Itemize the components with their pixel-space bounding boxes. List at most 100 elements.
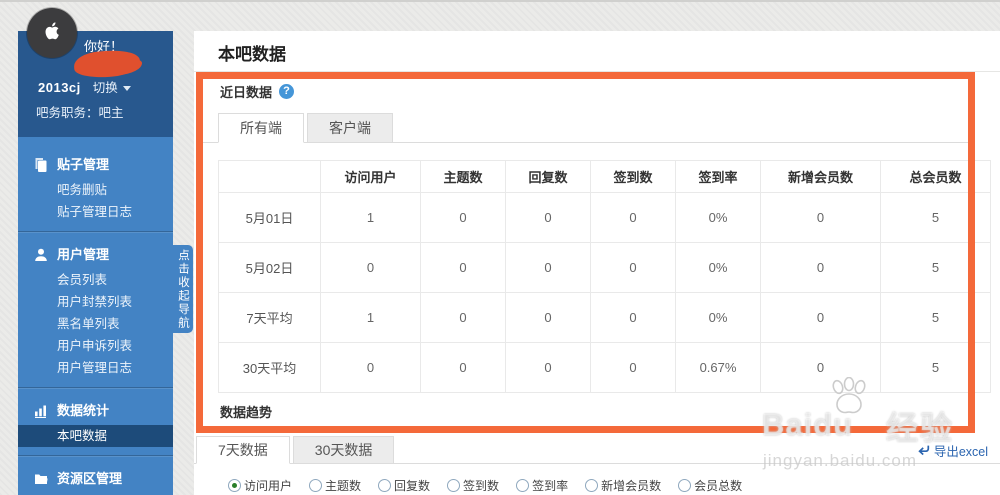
cell-value: 0 bbox=[761, 343, 881, 393]
sidebar-item[interactable]: 会员列表 bbox=[18, 269, 173, 291]
sidebar-item-list: 本吧数据 bbox=[18, 425, 173, 447]
page-top-edge bbox=[0, 0, 1000, 2]
recent-tab[interactable]: 客户端 bbox=[307, 113, 393, 143]
data-table: 访问用户主题数回复数签到数签到率新增会员数总会员数5月01日10000%055月… bbox=[218, 160, 991, 393]
sidebar-section-header[interactable]: 资源区管理 bbox=[18, 469, 173, 489]
sidebar-section: 资源区管理图册精品管理 bbox=[18, 455, 173, 495]
export-arrow-icon bbox=[917, 444, 930, 457]
avatar bbox=[27, 8, 77, 58]
metric-label: 签到数 bbox=[463, 477, 499, 494]
sidebar-section: 用户管理会员列表用户封禁列表黑名单列表用户申诉列表用户管理日志 bbox=[18, 231, 173, 379]
column-header: 访问用户 bbox=[321, 161, 421, 193]
sidebar-section-label: 资源区管理 bbox=[57, 469, 122, 489]
cell-value: 0 bbox=[421, 193, 506, 243]
cell-value: 0 bbox=[506, 343, 591, 393]
column-header: 回复数 bbox=[506, 161, 591, 193]
cell-value: 0 bbox=[591, 243, 676, 293]
cell-value: 0% bbox=[676, 243, 761, 293]
cell-value: 0 bbox=[761, 243, 881, 293]
metric-radio[interactable]: 回复数 bbox=[378, 477, 430, 494]
cell-value: 0 bbox=[591, 193, 676, 243]
trend-tab[interactable]: 30天数据 bbox=[293, 436, 395, 464]
sidebar-item[interactable]: 用户封禁列表 bbox=[18, 291, 173, 313]
cell-value: 0 bbox=[506, 293, 591, 343]
radio-icon bbox=[378, 479, 391, 492]
sidebar-section-label: 用户管理 bbox=[57, 245, 109, 265]
export-label: 导出excel bbox=[934, 441, 988, 460]
metric-label: 签到率 bbox=[532, 477, 568, 494]
sidebar-menu: 贴子管理吧务删贴贴子管理日志用户管理会员列表用户封禁列表黑名单列表用户申诉列表用… bbox=[18, 137, 173, 495]
cell-value: 5 bbox=[881, 193, 991, 243]
cell-value: 0 bbox=[761, 293, 881, 343]
radio-icon bbox=[516, 479, 529, 492]
sidebar-section-label: 数据统计 bbox=[57, 401, 109, 421]
sidebar-item[interactable]: 黑名单列表 bbox=[18, 313, 173, 335]
sidebar-item[interactable]: 用户管理日志 bbox=[18, 357, 173, 379]
sidebar-item[interactable]: 贴子管理日志 bbox=[18, 201, 173, 223]
title-separator bbox=[194, 71, 1000, 72]
folder-icon bbox=[34, 472, 48, 486]
metric-radio[interactable]: 签到率 bbox=[516, 477, 568, 494]
users-icon bbox=[34, 248, 48, 262]
sidebar-section: 数据统计本吧数据 bbox=[18, 387, 173, 447]
sidebar-item[interactable]: 用户申诉列表 bbox=[18, 335, 173, 357]
stats-icon bbox=[34, 404, 48, 418]
sidebar-item-list: 吧务删贴贴子管理日志 bbox=[18, 179, 173, 223]
sidebar-section: 贴子管理吧务删贴贴子管理日志 bbox=[18, 137, 173, 223]
metric-radio[interactable]: 会员总数 bbox=[678, 477, 742, 494]
trend-tab[interactable]: 7天数据 bbox=[196, 436, 290, 464]
chevron-down-icon bbox=[123, 86, 131, 91]
sidebar-item[interactable]: 本吧数据 bbox=[18, 425, 173, 447]
help-icon[interactable] bbox=[279, 84, 294, 99]
cell-value: 5 bbox=[881, 293, 991, 343]
row-label: 5月01日 bbox=[219, 193, 321, 243]
export-excel-link[interactable]: 导出excel bbox=[917, 441, 988, 460]
metric-radio[interactable]: 签到数 bbox=[447, 477, 499, 494]
cell-value: 0 bbox=[506, 243, 591, 293]
sidebar-item-list: 会员列表用户封禁列表黑名单列表用户申诉列表用户管理日志 bbox=[18, 269, 173, 379]
cell-value: 5 bbox=[881, 343, 991, 393]
column-header bbox=[219, 161, 321, 193]
switch-account-link[interactable]: 切换 bbox=[93, 79, 131, 97]
cell-value: 0.67% bbox=[676, 343, 761, 393]
sidebar-section-header[interactable]: 贴子管理 bbox=[18, 155, 173, 175]
cell-value: 0 bbox=[421, 343, 506, 393]
column-header: 签到数 bbox=[591, 161, 676, 193]
row-label: 30天平均 bbox=[219, 343, 321, 393]
metric-label: 会员总数 bbox=[694, 477, 742, 494]
sidebar-section-header[interactable]: 数据统计 bbox=[18, 401, 173, 421]
role-label: 吧务职务：吧主 bbox=[36, 102, 124, 121]
column-header: 主题数 bbox=[421, 161, 506, 193]
watermark: Baidu 经验 jingyan.baidu.com bbox=[762, 381, 1000, 481]
apple-logo-icon bbox=[40, 19, 64, 48]
sidebar-section-label: 贴子管理 bbox=[57, 155, 109, 175]
recent-data-heading: 近日数据 bbox=[220, 82, 272, 101]
sidebar-section-header[interactable]: 用户管理 bbox=[18, 245, 173, 265]
cell-value: 5 bbox=[881, 243, 991, 293]
row-label: 5月02日 bbox=[219, 243, 321, 293]
cell-value: 0% bbox=[676, 293, 761, 343]
table-row: 30天平均00000.67%05 bbox=[219, 343, 991, 393]
watermark-brand: Baidu bbox=[762, 407, 853, 443]
cell-value: 1 bbox=[321, 193, 421, 243]
posts-icon bbox=[34, 158, 48, 172]
collapse-nav-tab[interactable]: 点击收起导航 bbox=[173, 245, 193, 333]
cell-value: 0 bbox=[506, 193, 591, 243]
cell-value: 0 bbox=[591, 343, 676, 393]
metric-label: 新增会员数 bbox=[601, 477, 661, 494]
cell-value: 0 bbox=[421, 243, 506, 293]
metric-label: 回复数 bbox=[394, 477, 430, 494]
cell-value: 0 bbox=[321, 343, 421, 393]
cell-value: 0 bbox=[321, 243, 421, 293]
radio-icon bbox=[309, 479, 322, 492]
metric-radio[interactable]: 新增会员数 bbox=[585, 477, 661, 494]
metric-radio[interactable]: 访问用户 bbox=[228, 477, 292, 494]
metric-radio[interactable]: 主题数 bbox=[309, 477, 361, 494]
main-panel: 本吧数据 近日数据 所有端客户端 访问用户主题数回复数签到数签到率新增会员数总会… bbox=[194, 31, 1000, 495]
sidebar-item[interactable]: 吧务删贴 bbox=[18, 179, 173, 201]
recent-tab[interactable]: 所有端 bbox=[218, 113, 304, 143]
radio-icon bbox=[228, 479, 241, 492]
trend-heading: 数据趋势 bbox=[220, 402, 272, 421]
metric-label: 访问用户 bbox=[244, 477, 292, 494]
metric-label: 主题数 bbox=[325, 477, 361, 494]
